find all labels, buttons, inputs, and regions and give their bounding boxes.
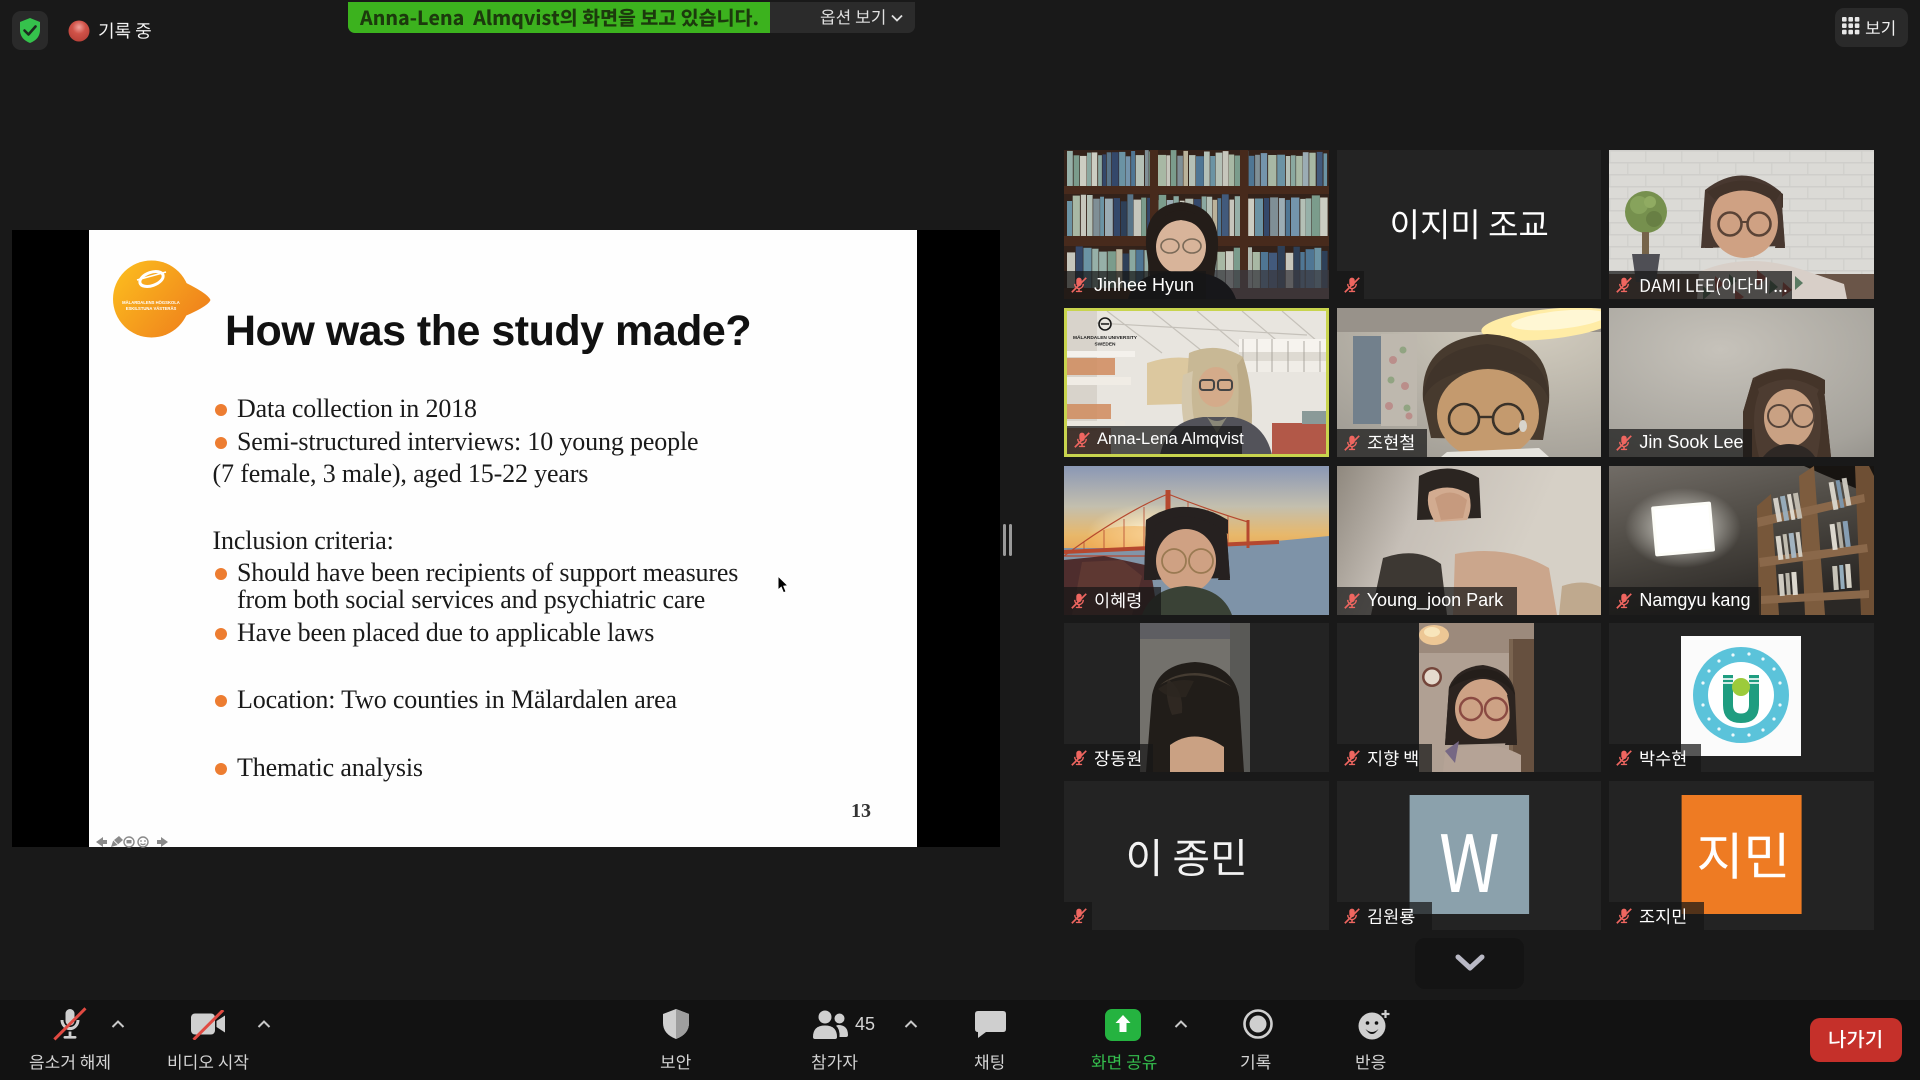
svg-text:MÄLARDALEN UNIVERSITY: MÄLARDALEN UNIVERSITY	[1073, 334, 1138, 341]
svg-text:1967: 1967	[1736, 716, 1747, 722]
svg-text:MÄLARDALENS HÖGSKOLA: MÄLARDALENS HÖGSKOLA	[122, 300, 180, 305]
svg-text:SWEDEN: SWEDEN	[1094, 341, 1116, 347]
svg-text:ESKILSTUNA VÄSTERÅS: ESKILSTUNA VÄSTERÅS	[126, 306, 177, 311]
